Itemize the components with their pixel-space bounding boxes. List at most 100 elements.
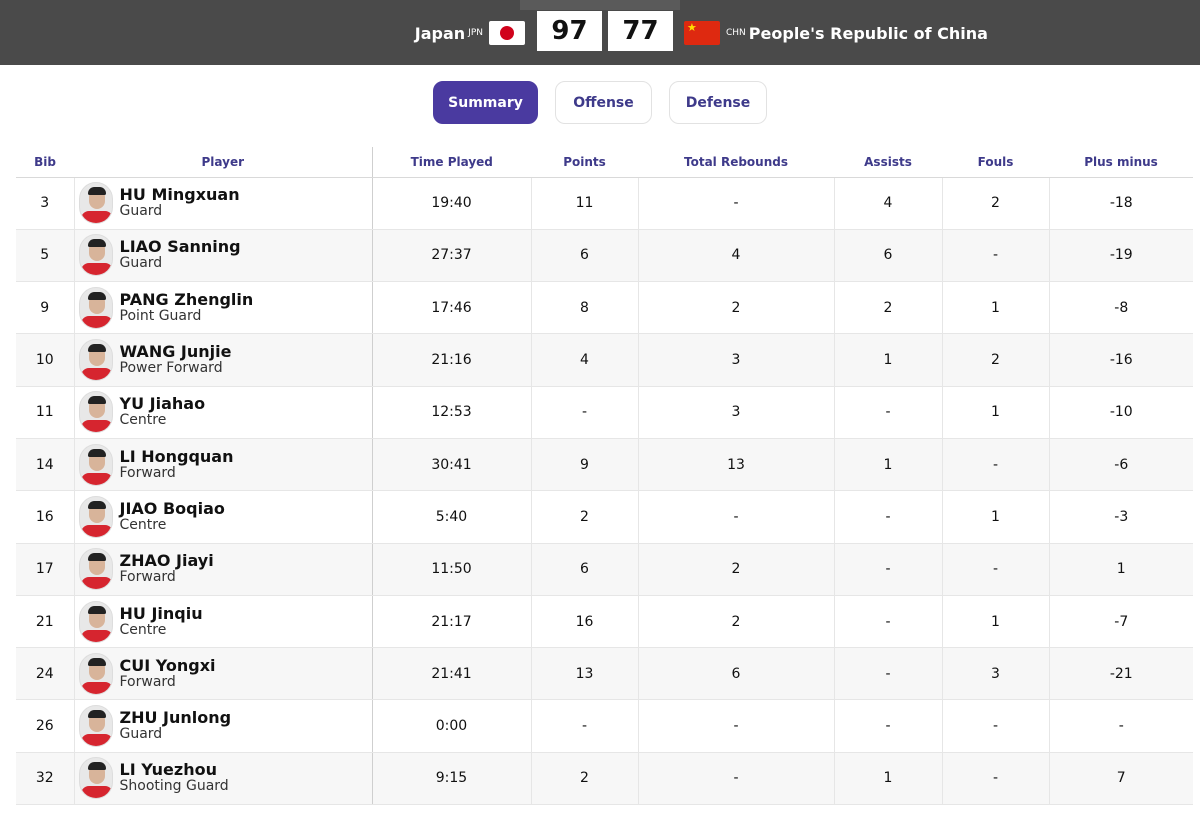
col-header-points[interactable]: Points: [531, 147, 638, 178]
player-info: ZHAO Jiayi Forward: [75, 548, 372, 591]
col-header-total-rebounds[interactable]: Total Rebounds: [638, 147, 834, 178]
player-cell[interactable]: HU Jinqiu Centre: [73, 595, 372, 649]
player-cell[interactable]: CUI Yongxi Forward: [73, 647, 372, 701]
assists-value: -: [833, 386, 942, 439]
scoreboard-header: Japan JPN 97 77 CHN People's Republic of…: [0, 0, 1200, 65]
player-text: JIAO Boqiao Centre: [120, 500, 225, 534]
tab-offense[interactable]: Offense: [555, 81, 652, 124]
time-played-value: 27:37: [371, 229, 531, 283]
table-row[interactable]: 17 ZHAO Jiayi Forward 11:50 6 2- -1: [16, 543, 1193, 596]
player-cell[interactable]: LI Hongquan Forward: [73, 438, 372, 492]
fouls-value: 1: [941, 595, 1049, 649]
fouls-value: 3: [941, 647, 1049, 701]
bib-number: 32: [16, 752, 74, 806]
home-team-code: JPN: [468, 28, 483, 38]
points-value: 4: [530, 333, 638, 387]
player-position: Forward: [119, 673, 176, 690]
col-header-bib[interactable]: Bib: [16, 147, 74, 178]
plus-minus-value: -3: [1048, 490, 1193, 544]
table-row[interactable]: 14 LI Hongquan Forward 30:41 9 13 1- -6: [16, 438, 1193, 492]
away-team-name: People's Republic of China: [748, 23, 988, 43]
player-cell[interactable]: LI Yuezhou Shooting Guard: [73, 752, 372, 806]
bib-number: 3: [16, 177, 74, 230]
table-row[interactable]: 9 PANG Zhenglin Point Guard 17:46 8 2 2 1 -8: [16, 281, 1193, 335]
player-avatar: [78, 548, 113, 591]
time-played-value: 19:40: [371, 177, 531, 230]
total-rebounds-value: 3: [637, 386, 834, 439]
points-value: 2: [530, 490, 638, 544]
fouls-value: -: [941, 438, 1049, 492]
table-row[interactable]: 11 YU Jiahao Centre 12:53-3-1 -10: [16, 386, 1193, 439]
home-team: Japan JPN: [415, 20, 525, 46]
table-row[interactable]: 26 ZHU Junlong Guard 0:00- - - - -: [16, 699, 1193, 753]
player-cell[interactable]: ZHAO Jiayi Forward: [73, 543, 372, 596]
player-name[interactable]: WANG Junjie: [120, 343, 232, 360]
player-avatar: [78, 705, 113, 748]
player-name[interactable]: LI Hongquan: [120, 448, 234, 465]
table-header-row: Bib Player Time Played Points Total Rebo…: [16, 147, 1193, 178]
player-text: CUI Yongxi Forward: [120, 657, 216, 691]
player-info: LI Yuezhou Shooting Guard: [75, 757, 372, 800]
total-rebounds-value: -: [637, 490, 834, 544]
player-name[interactable]: JIAO Boqiao: [120, 500, 225, 517]
points-value: -: [530, 699, 638, 753]
player-name[interactable]: LI Yuezhou: [120, 761, 229, 778]
assists-value: -: [833, 490, 942, 544]
table-row[interactable]: 21 HU Jinqiu Centre 21:17 16 2-1 -7: [16, 595, 1193, 649]
bib-number: 14: [16, 438, 74, 492]
table-row[interactable]: 24 CUI Yongxi Forward 21:41 13 6-3 -21: [16, 647, 1193, 701]
col-header-player[interactable]: Player: [74, 147, 372, 178]
table-row[interactable]: 32 LI Yuezhou Shooting Guard 9:15 2-1-7: [16, 752, 1193, 806]
plus-minus-value: -10: [1048, 386, 1193, 439]
player-avatar: [78, 757, 113, 800]
bib-number: 24: [16, 647, 74, 701]
bib-number: 10: [16, 333, 74, 387]
fouls-value: 1: [941, 490, 1049, 544]
player-name[interactable]: ZHAO Jiayi: [120, 552, 214, 569]
col-header-plus-minus[interactable]: Plus minus: [1049, 147, 1193, 178]
points-value: 9: [530, 438, 638, 492]
assists-value: 1: [833, 752, 942, 806]
plus-minus-value: -19: [1048, 229, 1193, 283]
player-name[interactable]: HU Mingxuan: [120, 186, 240, 203]
player-cell[interactable]: WANG Junjie Power Forward: [73, 333, 372, 387]
player-name[interactable]: HU Jinqiu: [120, 605, 203, 622]
table-row[interactable]: 3 HU Mingxuan Guard 19:40 11-4 2 -18: [16, 177, 1193, 230]
player-info: PANG Zhenglin Point Guard: [75, 286, 372, 329]
total-rebounds-value: 2: [637, 543, 834, 596]
tab-summary[interactable]: Summary: [433, 81, 538, 124]
total-rebounds-value: 13: [637, 438, 834, 492]
time-played-value: 12:53: [371, 386, 531, 439]
col-header-time-played[interactable]: Time Played: [371, 147, 531, 178]
player-cell[interactable]: ZHU Junlong Guard: [73, 699, 372, 753]
plus-minus-value: -8: [1048, 281, 1193, 335]
table-row[interactable]: 5 LIAO Sanning Guard 27:37 6 4 6- -19: [16, 229, 1193, 283]
table-row[interactable]: 10 WANG Junjie Power Forward 21:16 4 3 1 2 -16: [16, 333, 1193, 387]
player-cell[interactable]: PANG Zhenglin Point Guard: [73, 281, 372, 335]
away-team-code: CHN: [726, 28, 746, 38]
player-name[interactable]: YU Jiahao: [120, 395, 206, 412]
player-name[interactable]: PANG Zhenglin: [120, 291, 254, 308]
player-info: JIAO Boqiao Centre: [75, 495, 372, 538]
player-info: LI Hongquan Forward: [75, 443, 372, 486]
assists-value: -: [833, 699, 942, 753]
table-row[interactable]: 16 JIAO Boqiao Centre 5:40 2- -1 -3: [16, 490, 1193, 544]
player-name[interactable]: LIAO Sanning: [120, 238, 241, 255]
away-score: 77: [608, 11, 673, 51]
tab-defense[interactable]: Defense: [669, 81, 767, 124]
player-cell[interactable]: YU Jiahao Centre: [73, 386, 372, 439]
player-position: Guard: [119, 203, 163, 220]
player-cell[interactable]: LIAO Sanning Guard: [73, 229, 372, 283]
plus-minus-value: -18: [1048, 177, 1193, 230]
time-played-value: 21:17: [371, 595, 531, 649]
home-team-name: Japan: [414, 23, 466, 43]
player-cell[interactable]: JIAO Boqiao Centre: [73, 490, 372, 544]
player-position: Guard: [119, 726, 163, 743]
player-name[interactable]: CUI Yongxi: [120, 657, 216, 674]
player-cell[interactable]: HU Mingxuan Guard: [73, 177, 372, 230]
col-header-fouls[interactable]: Fouls: [942, 147, 1049, 178]
scoreboard-ghost-strip: [520, 0, 680, 10]
player-name[interactable]: ZHU Junlong: [120, 709, 232, 726]
col-header-assists[interactable]: Assists: [834, 147, 942, 178]
player-position: Forward: [119, 569, 176, 586]
